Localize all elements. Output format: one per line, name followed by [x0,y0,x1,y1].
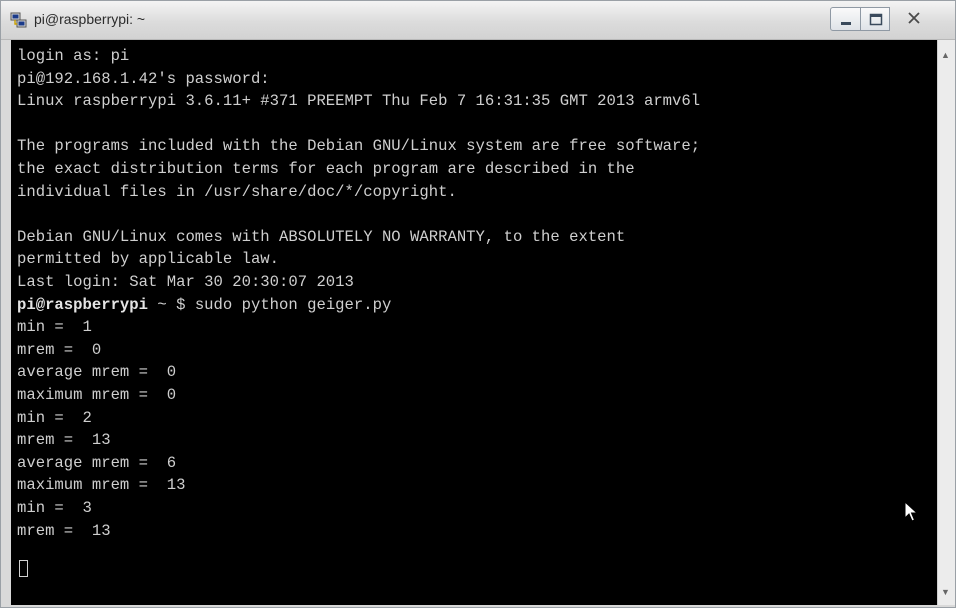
terminal-line: individual files in /usr/share/doc/*/cop… [17,182,457,201]
terminal-line: min = 1 [17,318,92,337]
scroll-up-icon[interactable]: ▲ [941,50,950,60]
terminal-line: average mrem = 6 [17,453,177,472]
terminal-line: maximum mrem = 13 [17,476,186,495]
maximize-icon [869,13,883,26]
close-icon [908,12,920,24]
terminal-line: Debian GNU/Linux comes with ABSOLUTELY N… [17,227,626,246]
prompt-command: sudo python geiger.py [194,295,392,314]
terminal-line: mrem = 0 [17,340,102,359]
minimize-icon [841,22,851,25]
terminal-line: maximum mrem = 0 [17,386,177,404]
prompt-user-host: pi@raspberrypi [17,295,149,314]
window-title: pi@raspberrypi: ~ [34,11,146,27]
terminal-line: Last login: Sat Mar 30 20:30:07 2013 [17,273,354,291]
prompt-path: ~ $ [157,295,186,314]
terminal-line: pi@192.168.1.42's password: [17,69,270,88]
terminal-line: permitted by applicable law. [17,250,280,269]
terminal-line: login as: pi [17,47,130,65]
terminal-line: average mrem = 0 [17,363,177,382]
terminal-line: Linux raspberrypi 3.6.11+ #371 PREEMPT T… [17,92,701,111]
terminal-line: the exact distribution terms for each pr… [17,160,635,178]
scroll-down-icon[interactable]: ▼ [941,587,950,597]
putty-window: pi@raspberrypi: ~ login as: pi pi@192.16… [0,0,956,608]
close-button[interactable] [890,7,938,31]
terminal-line: min = 2 [17,408,92,427]
minimize-button[interactable] [830,7,861,31]
terminal-line: min = 3 [17,499,92,517]
title-bar[interactable]: pi@raspberrypi: ~ [1,1,955,40]
vertical-scrollbar[interactable]: ▲ ▼ [937,40,955,605]
terminal-cursor [19,560,28,577]
terminal-screen[interactable]: login as: pi pi@192.168.1.42's password:… [11,40,937,605]
terminal-line: The programs included with the Debian GN… [17,137,701,156]
terminal-prompt-line: pi@raspberrypi ~ $ sudo python geiger.py [17,294,391,317]
terminal-line: mrem = 13 [17,431,111,450]
terminal-line: mrem = 13 [17,521,111,540]
mouse-pointer-icon [904,501,919,522]
maximize-button[interactable] [860,7,890,31]
putty-icon[interactable] [10,11,28,29]
